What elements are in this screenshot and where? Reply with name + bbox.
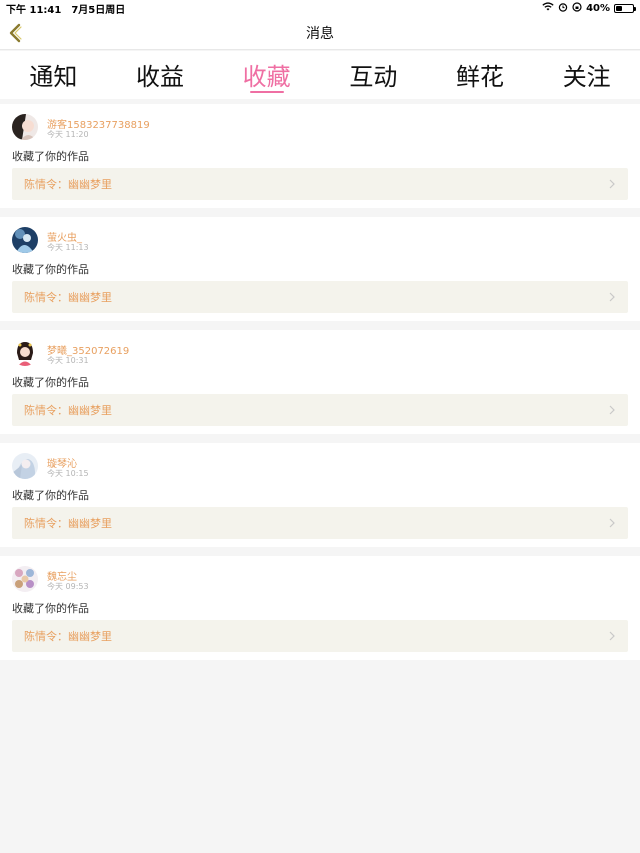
back-button[interactable] — [6, 22, 26, 44]
status-date: 7月5日周日 — [71, 4, 126, 16]
tab-interactions[interactable]: 互动 — [320, 51, 427, 99]
battery-fill — [616, 5, 623, 11]
message-list: 游客1583237738819 今天 11:20 收藏了你的作品 陈情令：幽幽梦… — [0, 104, 640, 669]
chevron-left-icon — [9, 23, 22, 43]
chevron-right-icon — [609, 518, 615, 528]
chevron-right-icon — [609, 405, 615, 415]
work-title: 陈情令：幽幽梦里 — [24, 178, 112, 191]
timestamp: 今天 09:53 — [47, 582, 89, 591]
list-item: 游客1583237738819 今天 11:20 收藏了你的作品 陈情令：幽幽梦… — [0, 104, 640, 208]
work-link[interactable]: 陈情令：幽幽梦里 — [12, 507, 628, 539]
wifi-icon — [542, 2, 554, 14]
work-link[interactable]: 陈情令：幽幽梦里 — [12, 281, 628, 313]
battery-percent: 40% — [586, 2, 610, 14]
tab-bar: 通知 收益 收藏 互动 鲜花 关注 — [0, 51, 640, 99]
work-title: 陈情令：幽幽梦里 — [24, 291, 112, 304]
work-link[interactable]: 陈情令：幽幽梦里 — [12, 168, 628, 200]
work-link[interactable]: 陈情令：幽幽梦里 — [12, 394, 628, 426]
work-title: 陈情令：幽幽梦里 — [24, 517, 112, 530]
page-title: 消息 — [306, 25, 334, 42]
action-text: 收藏了你的作品 — [12, 376, 89, 389]
tab-earnings[interactable]: 收益 — [107, 51, 214, 99]
timestamp: 今天 11:20 — [47, 130, 89, 139]
avatar-costume-girl-icon[interactable] — [12, 340, 38, 366]
list-item: 璇琴沁 今天 10:15 收藏了你的作品 陈情令：幽幽梦里 — [0, 443, 640, 547]
active-tab-indicator — [249, 91, 284, 93]
nav-bar: 消息 — [0, 16, 640, 50]
status-time: 下午 11:41 — [6, 4, 62, 16]
action-text: 收藏了你的作品 — [12, 263, 89, 276]
avatar-pale-figure-icon[interactable] — [12, 453, 38, 479]
list-item: 魏忘尘 今天 09:53 收藏了你的作品 陈情令：幽幽梦里 — [0, 556, 640, 660]
timestamp: 今天 10:15 — [47, 469, 89, 478]
chevron-right-icon — [609, 179, 615, 189]
tab-favorites[interactable]: 收藏 — [213, 51, 320, 99]
timestamp: 今天 11:13 — [47, 243, 89, 252]
tab-follows[interactable]: 关注 — [533, 51, 640, 99]
rotation-lock-icon — [572, 1, 582, 15]
tab-flowers[interactable]: 鲜花 — [427, 51, 534, 99]
action-text: 收藏了你的作品 — [12, 489, 89, 502]
avatar-anime-girl-icon[interactable] — [12, 114, 38, 140]
timestamp: 今天 10:31 — [47, 356, 89, 365]
chevron-right-icon — [609, 631, 615, 641]
tab-notifications[interactable]: 通知 — [0, 51, 107, 99]
list-item: 梦曦_352072619 今天 10:31 收藏了你的作品 陈情令：幽幽梦里 — [0, 330, 640, 434]
work-link[interactable]: 陈情令：幽幽梦里 — [12, 620, 628, 652]
action-text: 收藏了你的作品 — [12, 602, 89, 615]
work-title: 陈情令：幽幽梦里 — [24, 404, 112, 417]
battery-icon — [614, 3, 636, 13]
avatar-group-icon[interactable] — [12, 566, 38, 592]
avatar-blue-figure-icon[interactable] — [12, 227, 38, 253]
action-text: 收藏了你的作品 — [12, 150, 89, 163]
work-title: 陈情令：幽幽梦里 — [24, 630, 112, 643]
chevron-right-icon — [609, 292, 615, 302]
status-bar: 下午 11:41 7月5日周日 40% — [0, 0, 640, 16]
list-item: 萤火虫_ 今天 11:13 收藏了你的作品 陈情令：幽幽梦里 — [0, 217, 640, 321]
alarm-icon — [558, 2, 568, 15]
